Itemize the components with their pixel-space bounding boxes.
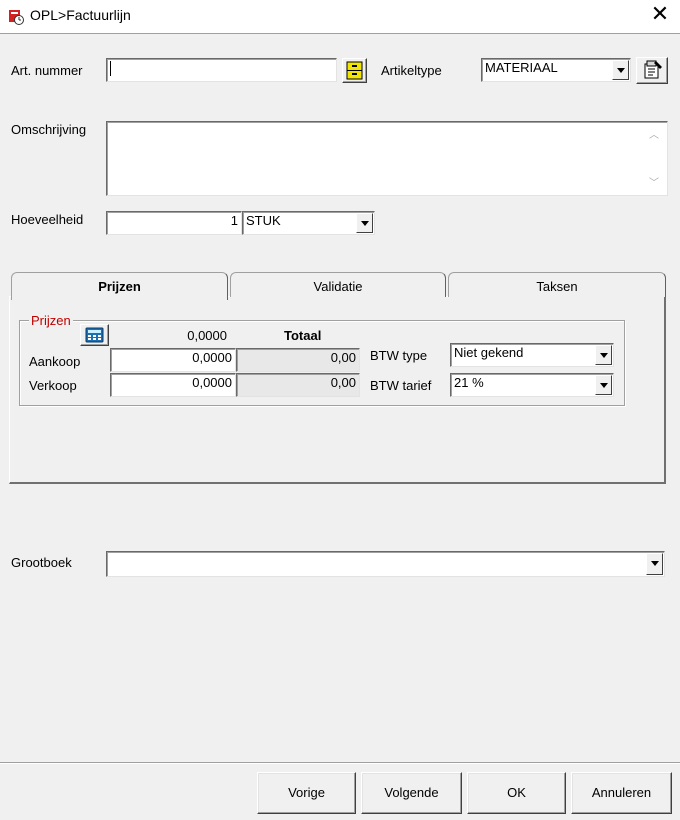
annuleren-button[interactable]: Annuleren: [571, 772, 672, 814]
window-title: OPL>Factuurlijn: [30, 7, 131, 23]
button-bar-separator: [0, 762, 680, 764]
vorige-button[interactable]: Vorige: [257, 772, 356, 814]
tab-prijzen[interactable]: Prijzen: [11, 272, 228, 300]
scroll-up-icon[interactable]: ︿: [649, 126, 659, 141]
text-caret: [110, 61, 111, 77]
grootboek-label: Grootboek: [11, 555, 72, 570]
totaal-header: Totaal: [284, 328, 322, 343]
omschrijving-textarea[interactable]: ︿ ﹀: [106, 121, 668, 196]
calculator-icon: [85, 327, 104, 343]
verkoop-input[interactable]: 0,0000: [110, 373, 236, 397]
omschrijving-label: Omschrijving: [11, 122, 87, 137]
btw-type-select[interactable]: Niet gekend: [450, 343, 614, 367]
art-nummer-input[interactable]: [106, 58, 337, 82]
hoeveelheid-label: Hoeveelheid: [11, 212, 84, 227]
tab-taksen[interactable]: Taksen: [448, 272, 666, 297]
artikeltype-properties-button[interactable]: [636, 57, 668, 84]
chevron-down-icon[interactable]: [356, 213, 373, 233]
verkoop-label: Verkoop: [29, 378, 77, 393]
cabinet-lookup-icon: [346, 61, 363, 80]
artikeltype-select[interactable]: MATERIAAL: [481, 58, 631, 82]
prijzen-group-title: Prijzen: [29, 313, 73, 328]
hoeveelheid-input[interactable]: 1: [106, 211, 242, 235]
aankoop-label: Aankoop: [29, 354, 81, 369]
close-icon[interactable]: ✕: [646, 2, 674, 30]
ok-button[interactable]: OK: [467, 772, 566, 814]
properties-icon: [644, 60, 662, 79]
chevron-down-icon[interactable]: [612, 60, 629, 80]
lookup-button[interactable]: [342, 58, 367, 83]
chevron-down-icon[interactable]: [595, 345, 612, 365]
tab-validatie[interactable]: Validatie: [230, 272, 446, 297]
btw-type-label: BTW type: [370, 348, 428, 363]
aankoop-input[interactable]: 0,0000: [110, 348, 236, 372]
title-bar: OPL>Factuurlijn ✕: [0, 0, 680, 33]
calculator-button[interactable]: [80, 324, 109, 346]
chevron-down-icon[interactable]: [595, 375, 612, 395]
aankoop-totaal: 0,00: [236, 348, 360, 372]
verkoop-totaal: 0,00: [236, 373, 360, 397]
artikeltype-label: Artikeltype: [381, 63, 442, 78]
eenheid-select[interactable]: STUK: [242, 211, 375, 235]
btw-tarief-select[interactable]: 21 %: [450, 373, 614, 397]
prijzen-header-value: 0,0000: [187, 328, 227, 343]
app-icon: [9, 10, 24, 25]
volgende-button[interactable]: Volgende: [361, 772, 462, 814]
btw-tarief-label: BTW tarief: [370, 378, 432, 393]
scroll-down-icon[interactable]: ﹀: [649, 174, 659, 189]
grootboek-select[interactable]: [106, 551, 665, 577]
art-nummer-label: Art. nummer: [11, 63, 83, 78]
chevron-down-icon[interactable]: [646, 553, 663, 575]
